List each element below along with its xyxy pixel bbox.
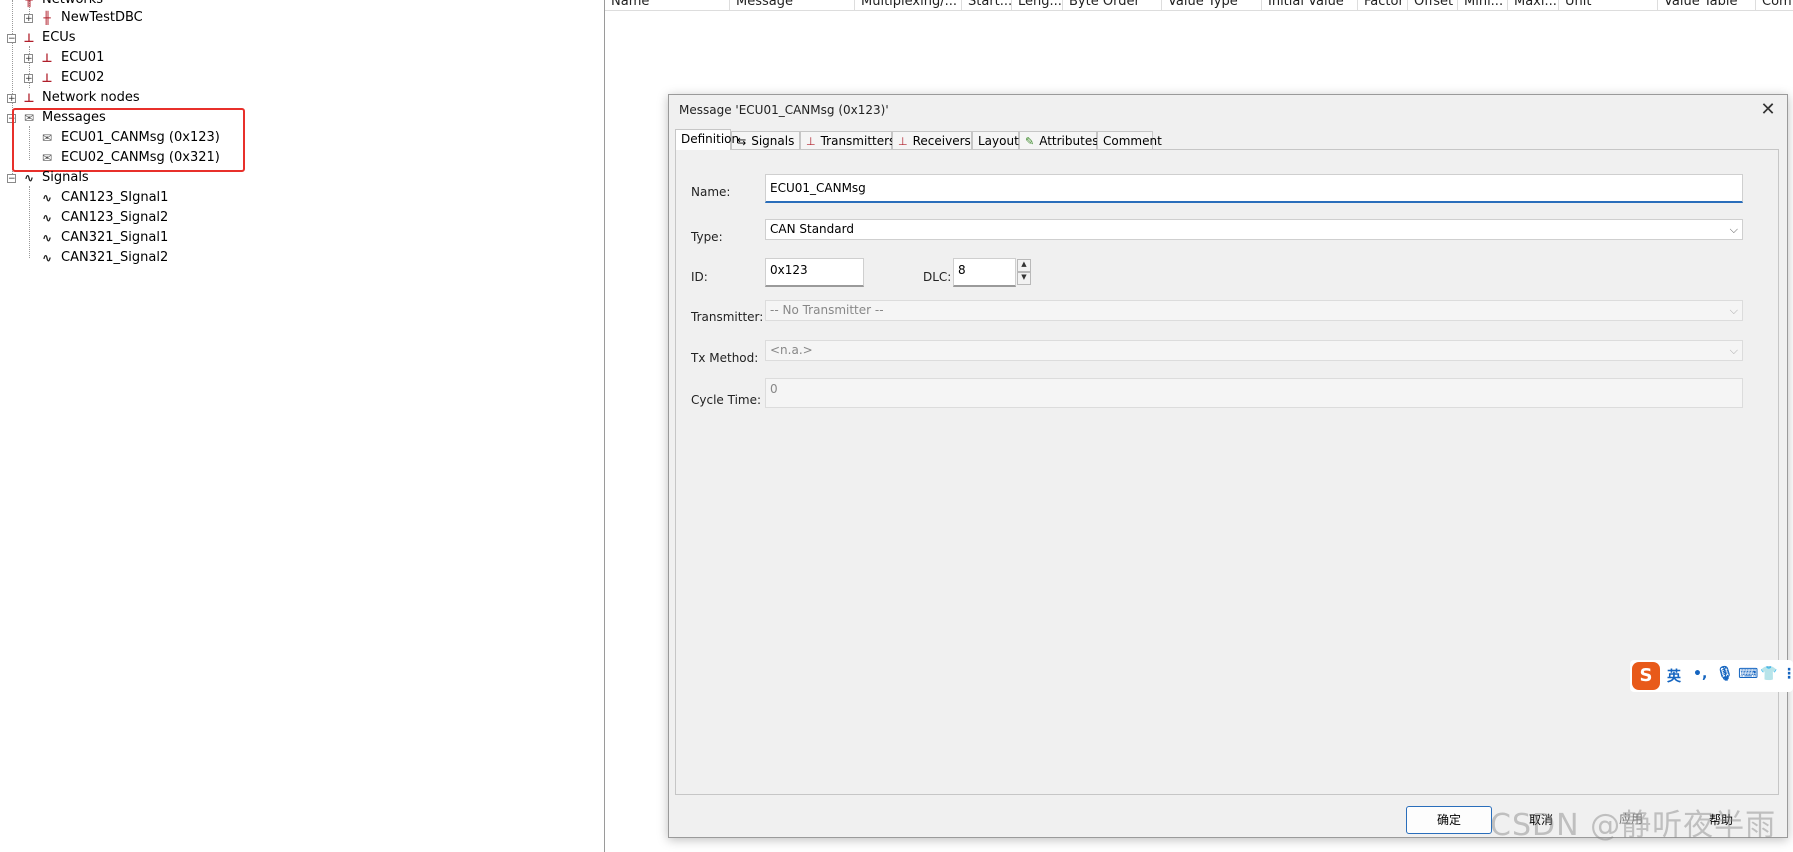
tab-transmitters[interactable]: ⊥ Transmitters: [800, 131, 895, 149]
cycletime-input: 0: [765, 378, 1743, 408]
id-input[interactable]: 0x123: [765, 258, 864, 287]
chevron-down-icon: ⌵: [1729, 344, 1738, 357]
tree-panel: ╥ Networks + ╫ NewTestDBC − ⊥ ECUs + ⊥ E…: [0, 0, 605, 852]
watermark: CSDN @静听夜半雨: [1490, 808, 1777, 843]
transmitter-label: Transmitter:: [691, 310, 764, 324]
spin-down-icon[interactable]: ▼: [1017, 272, 1031, 285]
keyboard-icon[interactable]: ⌨: [1738, 666, 1758, 682]
chevron-down-icon: ⌵: [1729, 304, 1738, 317]
signal-icon: ∿: [23, 171, 35, 185]
expand-icon[interactable]: +: [24, 74, 33, 84]
column-header-value-type[interactable]: Value Type: [1162, 0, 1262, 10]
column-header-value-table[interactable]: Value Table: [1658, 0, 1756, 10]
name-input[interactable]: ECU01_CANMsg: [765, 174, 1743, 203]
tab-signals[interactable]: ⇆ Signals: [731, 131, 800, 149]
column-header-offset[interactable]: Offset: [1408, 0, 1458, 10]
expand-icon[interactable]: +: [24, 14, 33, 24]
dialog-title: Message 'ECU01_CANMsg (0x123)': [679, 103, 889, 117]
tab-layout[interactable]: Layout: [972, 131, 1019, 149]
tab-definition[interactable]: Definition: [675, 129, 739, 150]
more-icon[interactable]: ⋮: [1782, 666, 1793, 682]
network-bus-icon: ╫: [43, 11, 51, 25]
txmethod-label: Tx Method:: [691, 351, 759, 365]
chevron-down-icon: ⌵: [1729, 223, 1738, 236]
network-icon: ╥: [25, 0, 33, 7]
cycletime-label: Cycle Time:: [691, 393, 762, 407]
expand-icon[interactable]: +: [24, 54, 33, 64]
column-header-factor[interactable]: Factor: [1358, 0, 1408, 10]
dlc-label: DLC:: [923, 270, 952, 284]
dlc-stepper[interactable]: 8: [953, 258, 1016, 287]
tab-receivers[interactable]: ⊥ Receivers: [892, 131, 972, 149]
signal-icon: ∿: [41, 231, 53, 245]
highlight-annotation-box: [12, 108, 245, 172]
column-header-maximum[interactable]: Maxi...: [1508, 0, 1559, 10]
network-node-icon: ⊥: [23, 91, 35, 105]
type-label: Type:: [691, 230, 723, 244]
type-dropdown[interactable]: CAN Standard ⌵: [765, 219, 1743, 240]
tab-comment[interactable]: Comment: [1097, 131, 1162, 149]
ime-language[interactable]: 英: [1667, 666, 1681, 686]
sogou-logo-icon[interactable]: S: [1632, 662, 1660, 690]
close-icon[interactable]: ✕: [1757, 99, 1779, 121]
definition-panel: Name: ECU01_CANMsg Type: CAN Standard ⌵ …: [675, 149, 1779, 795]
txmethod-dropdown: <n.a.> ⌵: [765, 340, 1743, 361]
signal-icon: ∿: [41, 191, 53, 205]
column-header-start[interactable]: Start...: [962, 0, 1012, 10]
ecu-icon: ⊥: [41, 71, 53, 85]
message-dialog: Message 'ECU01_CANMsg (0x123)' ✕ Definit…: [668, 94, 1788, 838]
expand-icon[interactable]: +: [7, 94, 16, 104]
signal-icon: ∿: [41, 251, 53, 265]
name-label: Name:: [691, 185, 731, 199]
microphone-icon[interactable]: 🎙: [1716, 666, 1734, 682]
skin-icon[interactable]: 👕: [1760, 666, 1777, 682]
column-header-minimum[interactable]: Mini...: [1458, 0, 1508, 10]
signal-icon: ∿: [41, 211, 53, 225]
column-header-initial-value[interactable]: Initial Value: [1262, 0, 1358, 10]
collapse-icon[interactable]: −: [7, 174, 16, 184]
ecu-icon: ⊥: [41, 51, 53, 65]
collapse-icon[interactable]: −: [7, 34, 16, 44]
column-header-byte-order[interactable]: Byte Order: [1063, 0, 1162, 10]
spin-up-icon[interactable]: ▲: [1017, 259, 1031, 272]
column-header-unit[interactable]: Unit: [1559, 0, 1658, 10]
id-label: ID:: [691, 270, 708, 284]
column-header-name[interactable]: Name: [605, 0, 730, 10]
column-header-message[interactable]: Message: [730, 0, 855, 10]
tab-attributes[interactable]: ✎ Attributes: [1019, 131, 1098, 149]
punctuation-icon[interactable]: •,: [1693, 666, 1707, 682]
column-header-comment[interactable]: Com: [1756, 0, 1793, 10]
signal-list-header: Name Message Multiplexing/... Start... L…: [605, 0, 1793, 11]
column-header-multiplexing[interactable]: Multiplexing/...: [855, 0, 962, 10]
transmitter-dropdown: -- No Transmitter -- ⌵: [765, 300, 1743, 321]
ecu-icon: ⊥: [23, 31, 35, 45]
ime-toolbar: S 英 •, 🎙 ⌨ 👕 ⋮: [1630, 660, 1793, 692]
column-header-length[interactable]: Leng...: [1012, 0, 1063, 10]
tree-line: [29, 186, 30, 258]
ok-button[interactable]: 确定: [1406, 806, 1492, 834]
